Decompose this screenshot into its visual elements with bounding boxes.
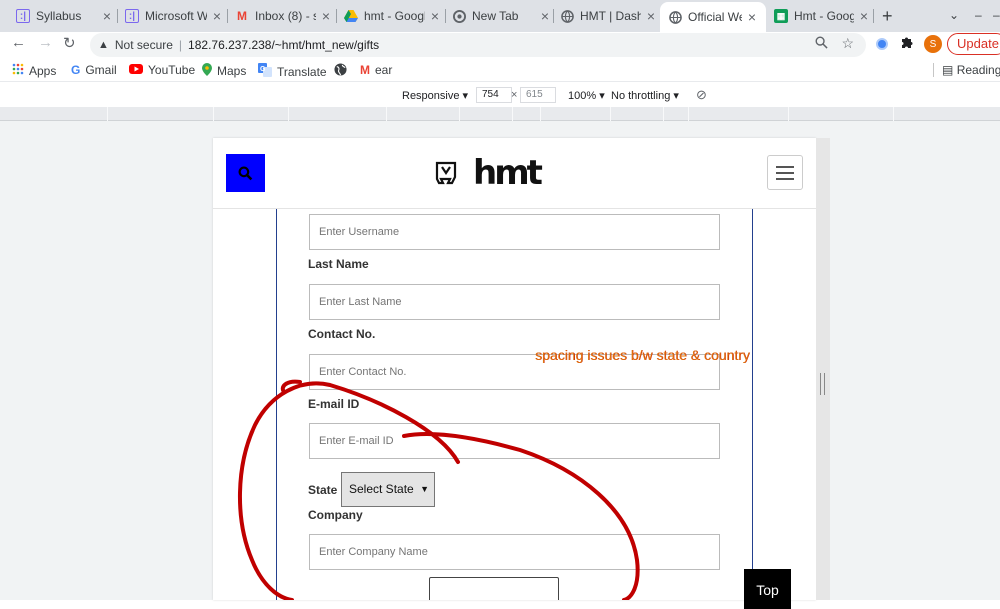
tab-microsoft[interactable]: :| Microsoft W × <box>125 4 223 28</box>
doc-icon: :| <box>125 9 139 23</box>
viewport-stage: hmt Enter Username Last Name Enter Last … <box>0 121 1000 600</box>
zoom-dropdown[interactable]: 100% ▾ <box>568 89 605 102</box>
tab-hmt-dashboard[interactable]: HMT | Dashb × <box>560 4 657 28</box>
close-tab-icon[interactable]: × <box>320 8 332 24</box>
maximize-icon[interactable]: – <box>993 8 1000 22</box>
close-tab-icon[interactable]: × <box>539 8 551 24</box>
logo-text: hmt <box>473 153 543 193</box>
gmail-icon: M <box>360 63 370 77</box>
bookmark-globe[interactable] <box>334 63 352 79</box>
forward-arrow-icon[interactable]: → <box>38 34 53 51</box>
reload-icon[interactable]: ↻ <box>63 34 76 52</box>
viewport-height-input[interactable]: 615 <box>520 87 556 103</box>
close-tab-icon[interactable]: × <box>645 8 657 24</box>
tab-drive[interactable]: hmt - Googl × <box>344 4 441 28</box>
globe-icon <box>334 63 347 79</box>
zoom-magnifier-icon[interactable] <box>815 36 828 52</box>
bookmark-apps[interactable]: Apps <box>12 63 56 78</box>
bookmark-star-icon[interactable]: ☆ <box>841 35 854 52</box>
state-select[interactable]: Select State ▼ <box>341 472 435 507</box>
address-bar[interactable]: ▲ Not secure | 182.76.237.238/~hmt/hmt_n… <box>90 33 866 57</box>
maps-pin-icon <box>202 63 212 79</box>
tab-syllabus[interactable]: :| Syllabus × <box>16 4 113 28</box>
tab-strip: :| Syllabus × :| Microsoft W × M Inbox (… <box>0 0 1000 32</box>
contact-label: Contact No. <box>308 327 376 341</box>
browser-toolbar: ← → ↻ ▲ Not secure | 182.76.237.238/~hmt… <box>0 32 1000 58</box>
google-g-icon: G <box>71 63 81 77</box>
close-tab-icon[interactable]: × <box>211 8 223 24</box>
device-toolbar: Responsive ▾ 754 × 615 100% ▾ No throttl… <box>0 83 1000 107</box>
reading-list[interactable]: ▤ Reading <box>942 63 1000 77</box>
search-icon <box>238 166 253 180</box>
bookmarks-bar: Apps G Gmail YouTube Maps G Translate M … <box>0 58 1000 82</box>
tab-hmt-sheets[interactable]: ▦ Hmt - Googl × <box>774 4 870 28</box>
throttling-dropdown[interactable]: No throttling ▾ <box>611 89 679 102</box>
bookmark-gmail[interactable]: G Gmail <box>71 63 117 77</box>
new-tab-plus-icon[interactable]: + <box>882 6 893 27</box>
company-input[interactable]: Enter Company Name <box>309 534 720 570</box>
globe-icon <box>560 9 574 23</box>
update-button[interactable]: Update <box>947 33 1000 55</box>
svg-text:G: G <box>260 66 266 73</box>
device-mode-dropdown[interactable]: Responsive ▾ <box>402 89 468 102</box>
viewport-width-input[interactable]: 754 <box>476 87 512 103</box>
youtube-icon <box>129 63 143 77</box>
back-to-top-button[interactable]: Top <box>744 569 791 609</box>
apps-grid-icon <box>12 63 24 78</box>
bookmark-ear[interactable]: M ear <box>360 63 392 77</box>
hmt-logo[interactable]: hmt <box>435 153 543 193</box>
profile-avatar[interactable]: S <box>924 35 942 53</box>
annotation-note: spacing issues b/w state & country <box>535 347 750 363</box>
username-input[interactable]: Enter Username <box>309 214 720 250</box>
doc-icon: :| <box>16 9 30 23</box>
globe-icon <box>668 10 682 24</box>
last-name-input[interactable]: Enter Last Name <box>309 284 720 320</box>
search-button[interactable] <box>226 154 265 192</box>
minimize-icon[interactable]: – <box>975 8 982 22</box>
close-tab-icon[interactable]: × <box>101 8 113 24</box>
tab-inbox[interactable]: M Inbox (8) - sa × <box>235 4 332 28</box>
emulated-page: hmt Enter Username Last Name Enter Last … <box>213 138 816 600</box>
extensions-puzzle-icon[interactable] <box>900 35 914 52</box>
close-tab-icon[interactable]: × <box>746 9 758 25</box>
last-name-label: Last Name <box>308 257 369 271</box>
tab-new-tab[interactable]: New Tab × <box>452 4 551 28</box>
company-label: Company <box>308 508 363 522</box>
site-header: hmt <box>213 138 816 209</box>
menu-toggle-button[interactable] <box>767 155 803 190</box>
security-label[interactable]: Not secure <box>115 38 173 52</box>
bookmark-translate[interactable]: G Translate <box>258 63 327 80</box>
extension-icon[interactable] <box>876 38 888 50</box>
warning-triangle-icon[interactable]: ▲ <box>98 39 109 51</box>
email-label: E-mail ID <box>308 397 360 411</box>
reading-list-icon: ▤ <box>942 63 954 77</box>
bookmark-youtube[interactable]: YouTube <box>129 63 195 77</box>
tab-official-website[interactable]: Official Web × <box>660 2 766 32</box>
close-tab-icon[interactable]: × <box>429 8 441 24</box>
chevron-down-icon: ▼ <box>420 484 429 494</box>
url-text[interactable]: 182.76.237.238/~hmt/hmt_new/gifts <box>188 38 379 52</box>
back-arrow-icon[interactable]: ← <box>11 34 26 51</box>
drive-icon <box>344 9 358 23</box>
state-label: State <box>308 483 338 497</box>
viewport-resize-handle[interactable] <box>820 373 825 395</box>
submit-button[interactable] <box>429 577 559 600</box>
email-input[interactable]: Enter E-mail ID <box>309 423 720 459</box>
sheets-icon: ▦ <box>774 9 788 23</box>
gmail-icon: M <box>237 9 247 23</box>
hmt-emblem-icon <box>435 161 457 185</box>
hamburger-icon <box>776 165 794 168</box>
media-query-ruler[interactable] <box>0 107 1000 121</box>
rotate-icon[interactable]: ⊘ <box>696 87 707 103</box>
close-tab-icon[interactable]: × <box>858 8 870 24</box>
bookmark-maps[interactable]: Maps <box>202 63 246 79</box>
tab-search-chevron-icon[interactable]: ⌄ <box>949 8 959 22</box>
translate-icon: G <box>258 63 272 80</box>
chrome-icon <box>452 9 466 23</box>
